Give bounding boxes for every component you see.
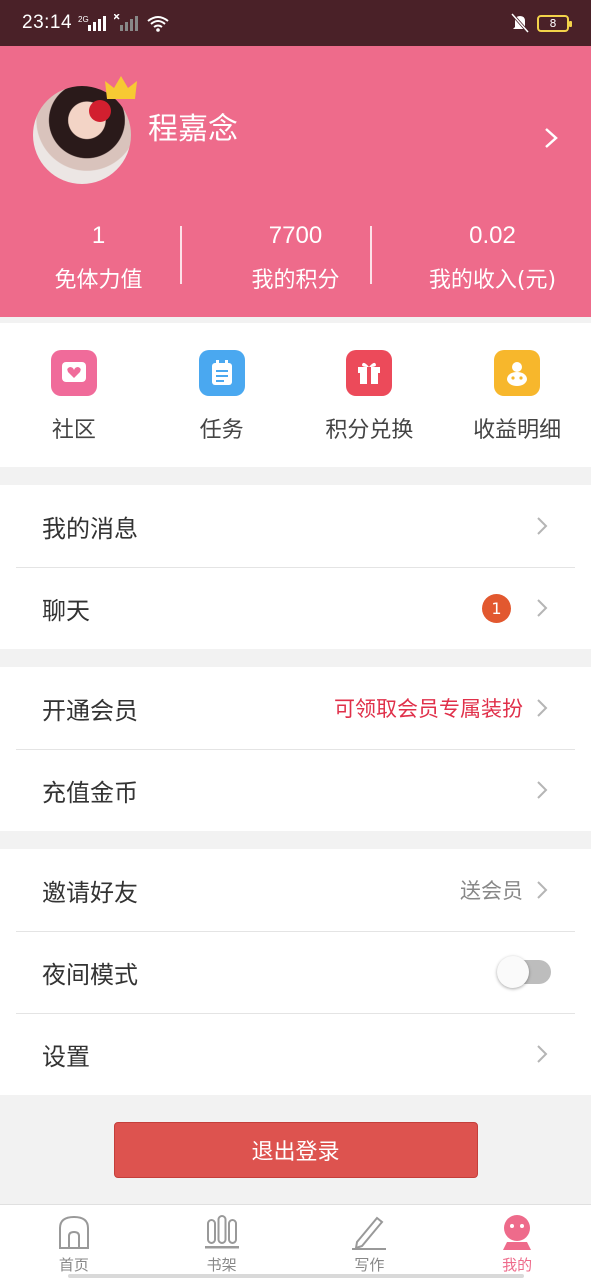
stat-value: 0.02 — [469, 222, 516, 249]
logout-area: 退出登录 — [0, 1095, 591, 1205]
vip-hint: 可领取会员专属装扮 — [334, 697, 523, 721]
pen-icon — [352, 1216, 387, 1250]
avatar-flower — [89, 100, 111, 122]
tab-label: 我的 — [502, 1256, 533, 1274]
tab-label: 写作 — [354, 1256, 385, 1274]
menu-section-messages: 我的消息 聊天 1 — [0, 485, 591, 649]
menu-row-messages[interactable]: 我的消息 — [0, 485, 591, 567]
menu-row-invite[interactable]: 邀请好友 送会员 — [0, 849, 591, 931]
stat-label: 我的积分 — [251, 268, 340, 293]
menu-title: 设置 — [42, 1042, 90, 1071]
chevron-right-icon — [537, 1045, 548, 1063]
tab-profile[interactable]: 我的 — [443, 1205, 591, 1280]
community-icon — [50, 350, 97, 396]
battery-icon: 8 — [537, 14, 572, 32]
quick-label: 收益明细 — [473, 418, 562, 443]
menu-title: 聊天 — [42, 596, 90, 625]
menu-title: 邀请好友 — [42, 878, 138, 907]
wifi-icon — [147, 16, 169, 32]
stat-points[interactable]: 7700 我的积分 — [197, 222, 394, 294]
menu-section-vip: 开通会员 可领取会员专属装扮 充值金币 — [0, 667, 591, 831]
bookshelf-icon — [204, 1215, 239, 1249]
menu-title: 充值金币 — [42, 778, 138, 807]
chevron-right-icon — [537, 517, 548, 535]
menu-title: 开通会员 — [42, 696, 138, 725]
home-icon — [58, 1215, 89, 1249]
bottom-tab-bar: 首页 书架 写作 我的 — [0, 1204, 591, 1280]
chevron-right-icon — [537, 781, 548, 799]
quick-points-exchange[interactable]: 积分兑换 — [296, 323, 444, 467]
stat-label: 我的收入(元) — [428, 268, 557, 293]
status-time: 23:14 — [22, 12, 73, 33]
toggle-knob — [497, 956, 529, 988]
crown-icon — [105, 76, 137, 99]
stat-income[interactable]: 0.02 我的收入(元) — [394, 222, 591, 294]
tab-bookshelf[interactable]: 书架 — [148, 1205, 296, 1280]
quick-actions: 社区 任务 积分兑换 收益明细 — [0, 323, 591, 467]
stat-label: 免体力值 — [54, 268, 143, 293]
stat-stamina[interactable]: 1 免体力值 — [0, 222, 197, 294]
quick-label: 任务 — [199, 418, 244, 443]
profile-icon — [503, 1215, 532, 1250]
unread-badge: 1 — [482, 593, 511, 623]
chevron-right-icon — [537, 699, 548, 717]
menu-row-chat[interactable]: 聊天 1 — [0, 567, 591, 649]
menu-title: 夜间模式 — [42, 960, 138, 989]
stat-value: 7700 — [268, 222, 323, 249]
tab-home[interactable]: 首页 — [0, 1205, 148, 1280]
signal-2-icon — [114, 14, 139, 31]
chevron-right-icon — [537, 881, 548, 899]
mute-icon — [511, 13, 529, 33]
menu-row-night-mode: 夜间模式 — [0, 931, 591, 1013]
signal-icon: 2G — [78, 15, 107, 31]
menu-row-recharge[interactable]: 充值金币 — [0, 749, 591, 831]
stat-value: 1 — [91, 222, 106, 249]
logout-button[interactable]: 退出登录 — [113, 1122, 478, 1178]
quick-task[interactable]: 任务 — [148, 323, 296, 467]
menu-row-vip[interactable]: 开通会员 可领取会员专属装扮 — [0, 667, 591, 749]
invite-hint: 送会员 — [460, 879, 523, 903]
earnings-icon — [494, 350, 541, 396]
status-bar: 23:14 2G 8 — [0, 0, 591, 46]
menu-title: 我的消息 — [42, 514, 138, 543]
signal-icons: 2G — [78, 14, 170, 32]
user-name[interactable]: 程嘉念 — [148, 104, 238, 148]
home-indicator — [68, 1274, 524, 1278]
chevron-right-icon — [537, 599, 548, 617]
quick-label: 社区 — [51, 418, 96, 443]
menu-section-other: 邀请好友 送会员 夜间模式 设置 — [0, 849, 591, 1095]
quick-label: 积分兑换 — [325, 418, 414, 443]
network-type: 2G — [78, 15, 89, 24]
tab-label: 书架 — [206, 1256, 237, 1274]
tab-write[interactable]: 写作 — [296, 1205, 444, 1280]
night-mode-toggle[interactable] — [497, 956, 551, 988]
chevron-right-icon[interactable] — [541, 126, 561, 150]
task-icon — [198, 350, 245, 396]
profile-header[interactable]: 程嘉念 1 免体力值 7700 我的积分 0.02 我的收入(元) — [0, 46, 591, 317]
tab-label: 首页 — [58, 1256, 89, 1274]
quick-earnings[interactable]: 收益明细 — [443, 323, 591, 467]
gift-icon — [346, 350, 393, 396]
menu-row-settings[interactable]: 设置 — [0, 1013, 591, 1095]
stats-row: 1 免体力值 7700 我的积分 0.02 我的收入(元) — [0, 222, 591, 294]
quick-community[interactable]: 社区 — [0, 323, 148, 467]
